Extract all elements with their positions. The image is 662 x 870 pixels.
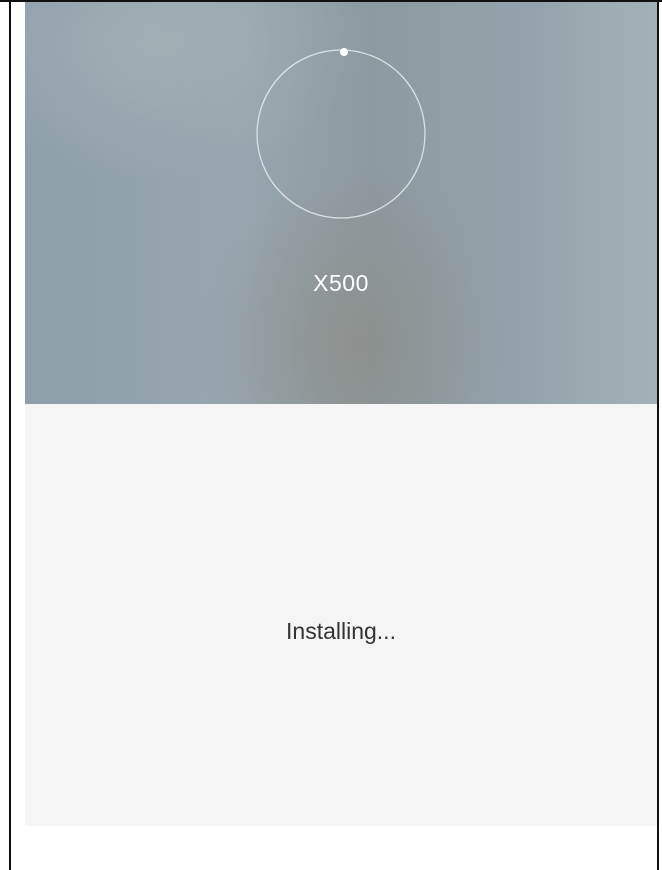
device-name: X500 <box>313 270 369 296</box>
frame-border <box>657 0 659 870</box>
install-screen: X500 Installing... <box>25 2 657 826</box>
device-hero: X500 <box>25 2 657 404</box>
progress-ring-track <box>256 49 426 219</box>
frame-border <box>9 0 11 870</box>
status-panel: Installing... <box>25 404 657 826</box>
screenshot-frame: X500 Installing... <box>0 0 662 870</box>
progress-indicator-dot <box>340 48 348 56</box>
progress-ring-icon <box>256 48 426 219</box>
install-status-text: Installing... <box>286 618 396 644</box>
